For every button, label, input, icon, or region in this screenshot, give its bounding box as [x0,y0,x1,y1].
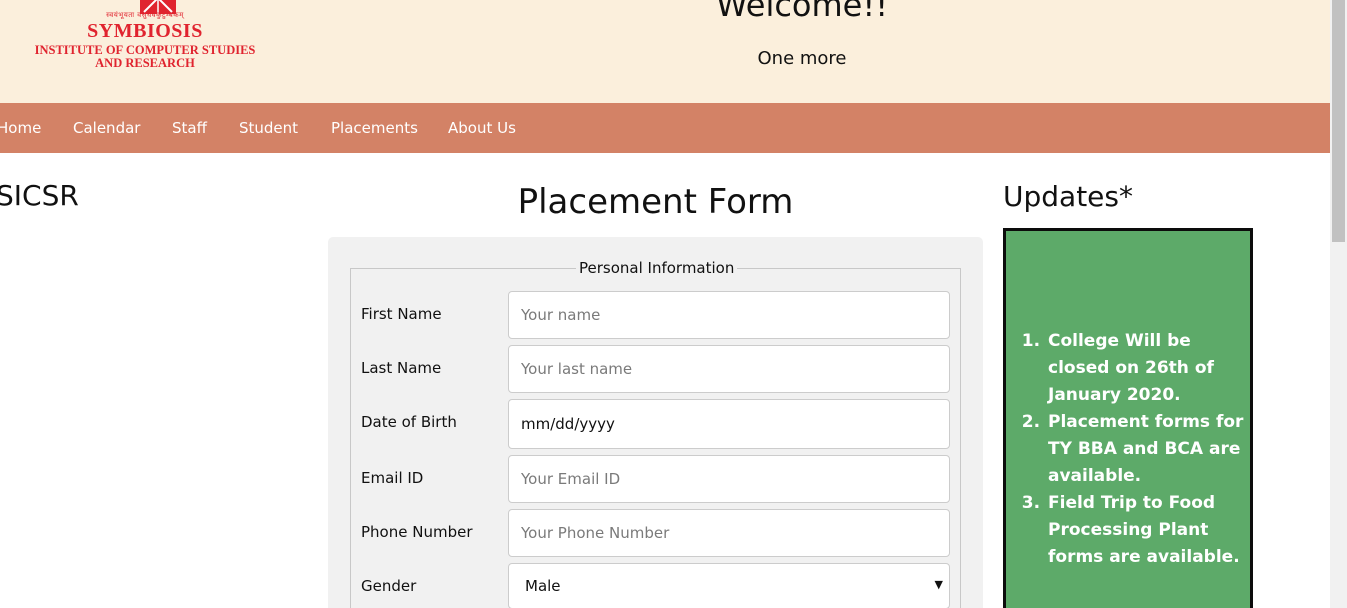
sidebar-title: SICSR [0,179,79,212]
update-item: College Will be closed on 26th of Januar… [1046,328,1251,409]
gender-label: Gender [361,577,417,595]
logo-subtitle-line2: AND RESEARCH [95,56,195,70]
symbiosis-logo[interactable]: स्वयंभूयता वसुधैवकुटुम्बकम् SYMBIOSIS IN… [14,0,276,72]
vertical-scrollbar[interactable] [1330,0,1347,608]
updates-title: Updates* [1003,180,1133,213]
last-name-input[interactable] [508,345,950,393]
gender-select[interactable]: Male ▼ [508,563,950,608]
header: स्वयंभूयता वसुधैवकुटुम्बकम् SYMBIOSIS IN… [0,0,1330,103]
update-item: Placement forms for TY BBA and BCA are a… [1046,409,1251,490]
main-nav: Home Calendar Staff Student Placements A… [0,103,1330,153]
nav-item-calendar[interactable]: Calendar [73,119,140,137]
nav-item-staff[interactable]: Staff [172,119,207,137]
nav-item-student[interactable]: Student [239,119,298,137]
scrollbar-thumb[interactable] [1332,0,1345,242]
logo-motto: स्वयंभूयता वसुधैवकुटुम्बकम् [106,11,184,19]
nav-item-about-us[interactable]: About Us [448,119,516,137]
date-of-birth-input[interactable] [508,399,950,449]
updates-panel: College Will be closed on 26th of Januar… [1003,228,1253,608]
personal-information-fieldset: Personal Information First Name Last Nam… [350,259,961,608]
first-name-label: First Name [361,305,442,323]
welcome-heading: Welcome!! [715,0,889,24]
logo-title: SYMBIOSIS [87,20,203,42]
email-input[interactable] [508,455,950,503]
email-label: Email ID [361,469,424,487]
chevron-down-icon: ▼ [934,578,943,591]
nav-item-placements[interactable]: Placements [331,119,418,137]
date-of-birth-label: Date of Birth [361,413,457,431]
first-name-input[interactable] [508,291,950,339]
placement-form: Personal Information First Name Last Nam… [328,237,983,608]
form-title: Placement Form [517,182,794,222]
gender-selected-value: Male [525,577,561,595]
last-name-label: Last Name [361,359,442,377]
fieldset-legend: Personal Information [576,259,738,277]
phone-number-label: Phone Number [361,523,473,541]
updates-list: College Will be closed on 26th of Januar… [1046,328,1251,571]
phone-number-input[interactable] [508,509,950,557]
nav-item-home[interactable]: Home [0,119,41,137]
header-subtitle: One more [757,48,847,69]
update-item: Field Trip to Food Processing Plant form… [1046,490,1251,571]
